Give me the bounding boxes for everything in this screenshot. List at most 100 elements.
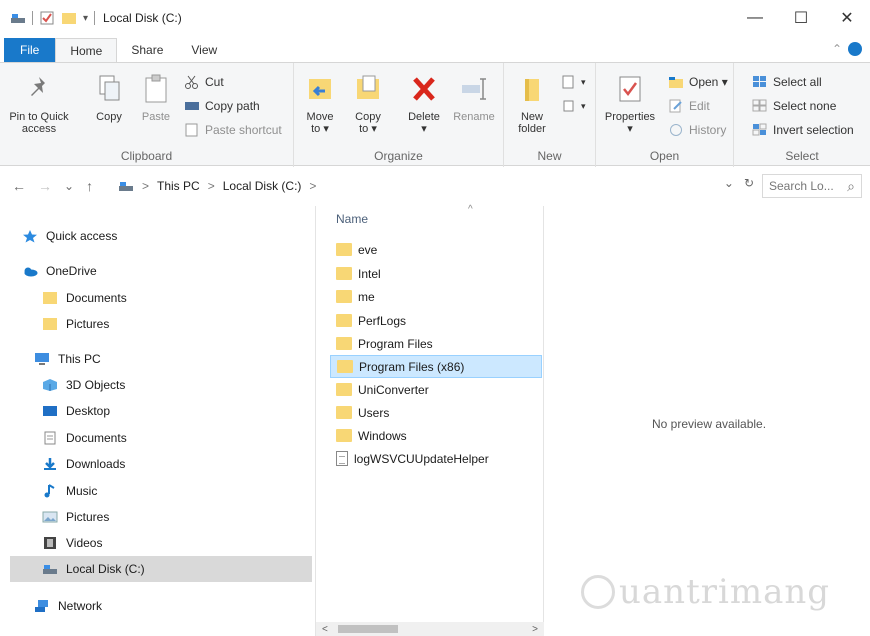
easy-access-button[interactable]: ▾ <box>560 99 586 113</box>
folder-icon <box>336 267 352 280</box>
breadcrumb-local-disk[interactable]: Local Disk (C:) <box>223 179 302 193</box>
scissors-icon <box>185 75 198 89</box>
edit-button[interactable]: Edit <box>668 99 710 113</box>
close-button[interactable]: ✕ <box>824 0 870 36</box>
scroll-thumb[interactable] <box>338 625 398 633</box>
drive-icon[interactable] <box>10 11 26 25</box>
file-row[interactable]: logWSVCUUpdateHelper <box>330 447 542 470</box>
move-to-button[interactable]: Move to ▾ <box>300 73 340 135</box>
file-list: ^ Name eve Intel me PerfLogs Program Fil… <box>316 204 544 636</box>
nav-network[interactable]: Network <box>34 593 102 619</box>
select-all-icon <box>753 76 766 87</box>
history-button[interactable]: History <box>668 123 726 137</box>
file-row[interactable]: Program Files <box>330 332 542 355</box>
pin-label-2: access <box>21 123 57 135</box>
select-none-button[interactable]: Select none <box>752 99 836 113</box>
nav-onedrive[interactable]: OneDrive <box>22 258 97 284</box>
new-folder-button[interactable]: New folder <box>512 73 552 135</box>
copy-path-button[interactable]: Copy path <box>184 99 260 113</box>
up-button[interactable]: ↑ <box>86 178 93 194</box>
properties-icon <box>619 76 641 102</box>
scroll-right-button[interactable]: > <box>532 624 538 635</box>
folder-icon <box>336 429 352 442</box>
breadcrumb-separator[interactable]: > <box>309 179 316 193</box>
invert-selection-button[interactable]: Invert selection <box>752 123 854 137</box>
column-header-name[interactable]: Name <box>336 212 368 226</box>
file-row[interactable]: me <box>330 285 542 308</box>
select-all-button[interactable]: Select all <box>752 75 822 89</box>
nav-3d-objects[interactable]: 3D Objects <box>42 372 125 398</box>
nav-music[interactable]: Music <box>42 478 97 504</box>
copy-to-button[interactable]: Copy to ▾ <box>348 73 388 135</box>
file-row[interactable]: Windows <box>330 424 542 447</box>
breadcrumb-separator[interactable]: > <box>142 179 149 193</box>
videos-icon <box>44 537 56 549</box>
copy-label: Copy <box>96 111 122 123</box>
clipboard-group-label: Clipboard <box>120 149 173 163</box>
file-row-selected[interactable]: Program Files (x86) <box>330 355 542 378</box>
nav-desktop[interactable]: Desktop <box>42 398 110 424</box>
collapse-ribbon-icon[interactable]: ⌃ <box>832 42 842 56</box>
file-row[interactable]: Users <box>330 401 542 424</box>
help-icon[interactable] <box>848 42 862 56</box>
file-name: logWSVCUUpdateHelper <box>354 451 489 466</box>
separator <box>32 11 33 25</box>
tab-share[interactable]: Share <box>117 38 177 62</box>
pin-to-quick-access-button[interactable]: Pin to Quick access <box>6 73 72 135</box>
copy-button[interactable]: Copy <box>92 73 126 123</box>
address-dropdown-icon[interactable]: ⌄ <box>724 176 734 190</box>
file-row[interactable]: PerfLogs <box>330 309 542 332</box>
breadcrumb-this-pc[interactable]: This PC <box>157 179 200 193</box>
search-box[interactable]: Search Lo... ⌕ <box>762 174 862 198</box>
nav-documents[interactable]: Documents <box>42 425 127 451</box>
properties-check-icon[interactable] <box>39 11 55 25</box>
recent-locations-button[interactable]: ⌄ <box>64 179 74 193</box>
new-item-button[interactable]: ▾ <box>560 75 586 89</box>
refresh-icon[interactable]: ↻ <box>744 176 754 190</box>
back-button[interactable]: ← <box>12 178 26 194</box>
edit-icon <box>669 99 682 113</box>
cut-button[interactable]: Cut <box>184 75 224 89</box>
forward-button[interactable]: → <box>38 178 52 194</box>
file-row[interactable]: eve <box>330 238 542 261</box>
file-row[interactable]: UniConverter <box>330 378 542 401</box>
open-button[interactable]: Open ▾ <box>668 75 728 89</box>
customize-qa-arrow-icon[interactable]: ▾ <box>83 13 88 24</box>
breadcrumb-separator[interactable]: > <box>208 179 215 193</box>
sort-arrow-icon[interactable]: ^ <box>468 204 473 215</box>
properties-button[interactable]: Properties ▾ <box>600 73 660 135</box>
paste-button[interactable]: Paste <box>138 73 174 123</box>
tab-file[interactable]: File <box>4 38 56 62</box>
nav-quick-access[interactable]: Quick access <box>22 223 117 249</box>
folder-icon <box>337 360 353 373</box>
invert-selection-icon <box>752 123 767 136</box>
drive-icon <box>43 565 57 574</box>
nav-label: Documents <box>66 431 127 445</box>
scroll-left-button[interactable]: < <box>322 624 328 635</box>
nav-onedrive-pictures[interactable]: Pictures <box>42 311 109 337</box>
nav-this-pc[interactable]: This PC <box>34 346 101 372</box>
tab-home[interactable]: Home <box>55 38 118 62</box>
file-row[interactable]: Intel <box>330 262 542 285</box>
rename-button[interactable]: Rename <box>450 73 498 123</box>
nav-onedrive-documents[interactable]: Documents <box>42 285 127 311</box>
minimize-button[interactable]: — <box>732 0 778 36</box>
easy-access-arrow: ▾ <box>581 100 586 111</box>
open-group: Properties ▾ Open ▾ Edit History Open <box>596 63 734 167</box>
new-folder-icon[interactable] <box>61 11 77 25</box>
tab-view[interactable]: View <box>177 38 231 62</box>
nav-local-disk[interactable]: Local Disk (C:) <box>10 556 312 582</box>
nav-videos[interactable]: Videos <box>42 530 102 556</box>
nav-downloads[interactable]: Downloads <box>42 451 125 477</box>
horizontal-scrollbar[interactable]: < > <box>316 622 544 636</box>
maximize-button[interactable]: ☐ <box>778 0 824 36</box>
nav-pictures[interactable]: Pictures <box>42 504 109 530</box>
new-item-icon <box>562 75 574 89</box>
folder-icon <box>336 337 352 350</box>
delete-x-icon <box>413 77 435 101</box>
file-name: UniConverter <box>358 382 429 397</box>
select-none-icon <box>752 99 767 112</box>
address-bar[interactable]: > This PC > Local Disk (C:) > <box>118 174 754 198</box>
delete-button[interactable]: Delete ▾ <box>404 73 444 135</box>
paste-shortcut-button[interactable]: Paste shortcut <box>184 123 282 137</box>
